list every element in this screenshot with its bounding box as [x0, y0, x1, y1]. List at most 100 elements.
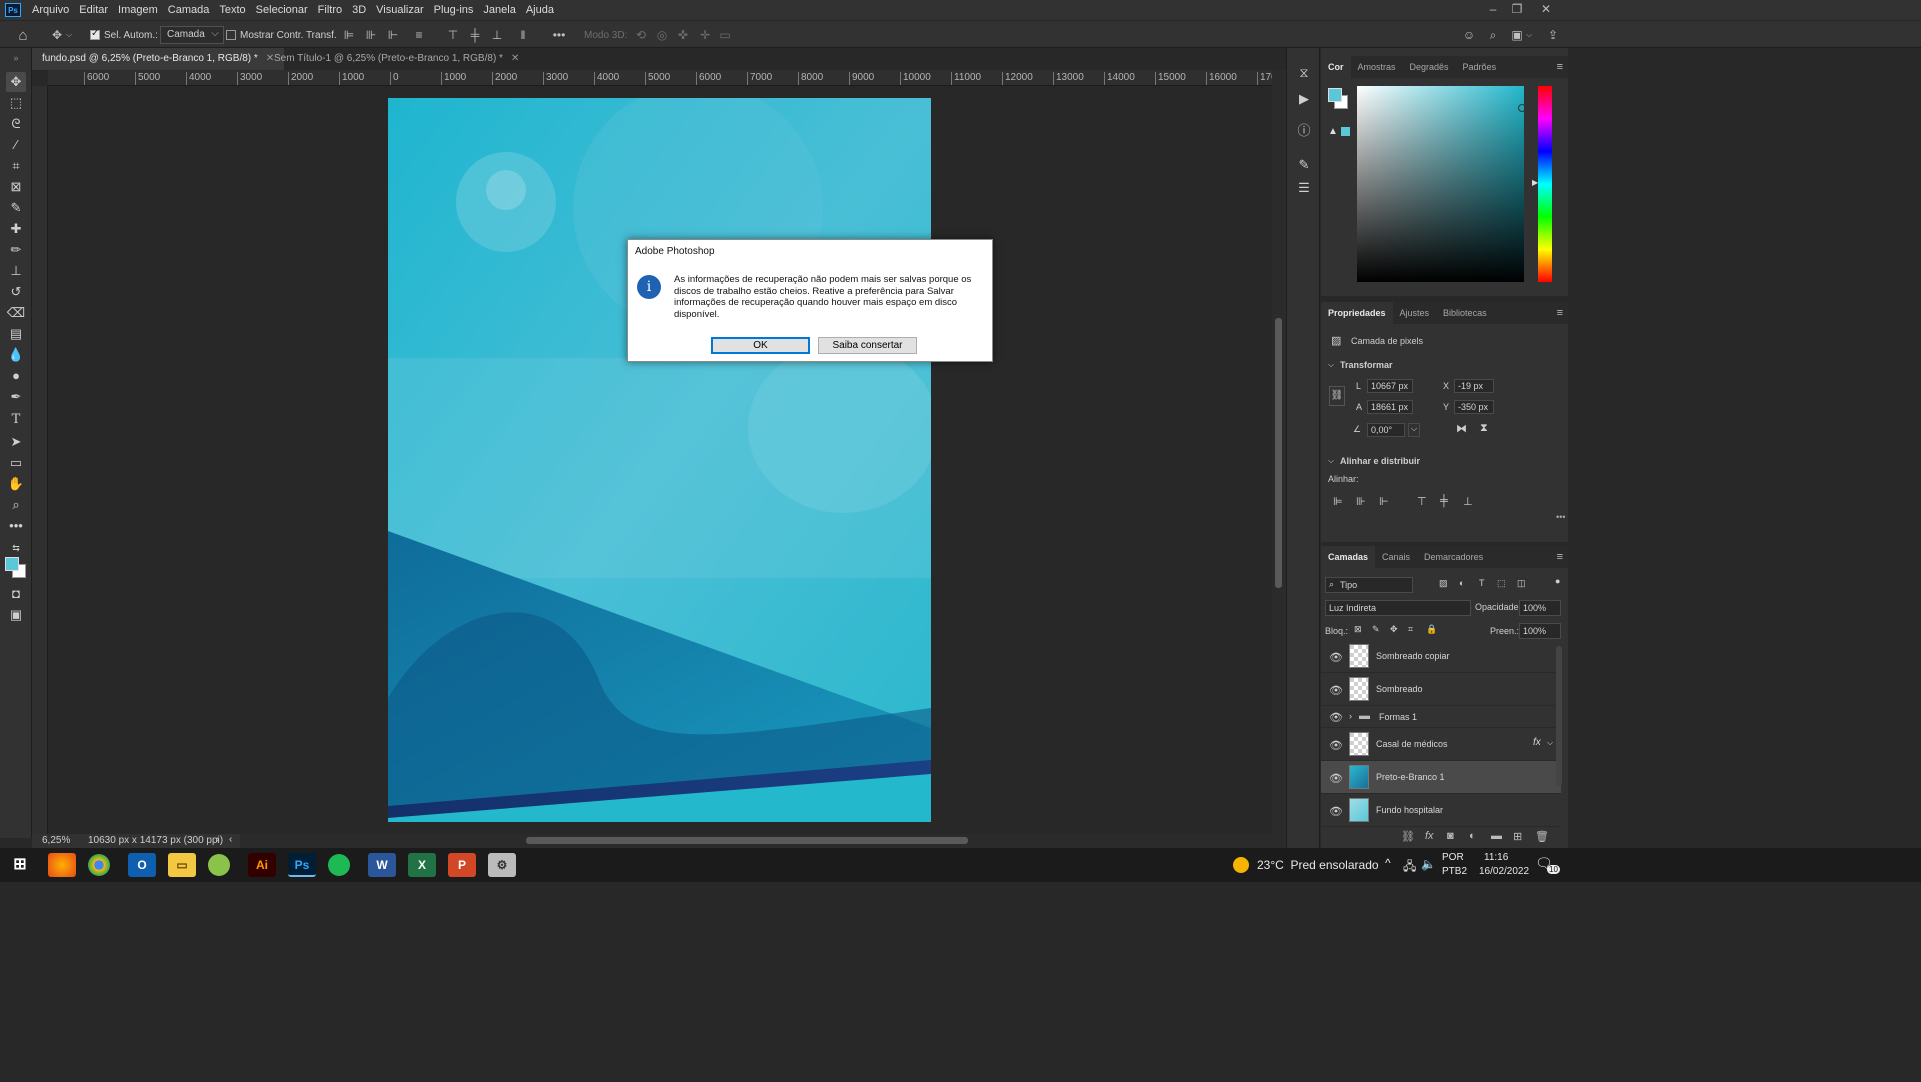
- group-expand-icon[interactable]: ›: [1349, 711, 1352, 721]
- brushes-icon[interactable]: ✎: [1295, 156, 1313, 174]
- height-field[interactable]: 18661 px: [1367, 400, 1413, 414]
- chevron-down-icon[interactable]: ⌵: [1328, 456, 1334, 466]
- gradient-tool-icon[interactable]: ▤: [6, 324, 26, 344]
- tab-fundo-psd[interactable]: fundo.psd @ 6,25% (Preto-e-Branco 1, RGB…: [32, 48, 285, 70]
- healing-brush-tool-icon[interactable]: ✚: [6, 219, 26, 239]
- lock-image-icon[interactable]: ✎: [1372, 624, 1380, 635]
- network-icon[interactable]: 🖧: [1403, 857, 1416, 878]
- filter-adjustment-icon[interactable]: ◐: [1459, 578, 1464, 588]
- layer-row[interactable]: 👁 Sombreado: [1321, 673, 1561, 706]
- layer-row[interactable]: 👁 Casal de médicos fx ⌵: [1321, 728, 1561, 761]
- search-icon[interactable]: ⌕: [1484, 25, 1502, 45]
- y-field[interactable]: -350 px: [1454, 400, 1494, 414]
- lock-position-icon[interactable]: ✥: [1390, 624, 1398, 635]
- align-right-edges-icon[interactable]: ⊩: [1379, 495, 1389, 508]
- layers-scrollbar[interactable]: [1556, 646, 1562, 786]
- history-icon[interactable]: ⧖: [1295, 64, 1313, 82]
- visibility-eye-icon[interactable]: 👁: [1329, 772, 1343, 785]
- color-picker-cursor[interactable]: [1518, 104, 1526, 112]
- photoshop-icon[interactable]: Ps: [288, 853, 316, 877]
- hue-slider-handle-icon[interactable]: ▶: [1532, 178, 1538, 187]
- align-left-icon[interactable]: ⊫: [340, 25, 358, 45]
- collapse-toolbar-icon[interactable]: »: [6, 48, 26, 68]
- zoom-tool-icon[interactable]: ⌕: [6, 495, 26, 515]
- link-layers-icon[interactable]: ⛓: [1401, 830, 1415, 843]
- menu-ajuda[interactable]: Ajuda: [521, 0, 559, 20]
- auto-select-checkbox[interactable]: Sel. Autom.:: [90, 25, 158, 45]
- status-menu-icon[interactable]: ›: [216, 834, 219, 845]
- keyboard-layout[interactable]: PTB2: [1442, 866, 1467, 877]
- tray-chevron-up-icon[interactable]: ^: [1385, 856, 1391, 870]
- distribute-icon[interactable]: ≡: [410, 25, 428, 45]
- align-bottom-edges-icon[interactable]: ⊥: [1463, 495, 1473, 508]
- gamut-color-swatch[interactable]: [1341, 127, 1350, 136]
- illustrator-icon[interactable]: Ai: [248, 853, 276, 877]
- blend-mode-dropdown[interactable]: Luz Indireta: [1325, 600, 1471, 616]
- stamp-tool-icon[interactable]: ⊥: [6, 261, 26, 281]
- close-tab-icon[interactable]: ✕: [511, 53, 519, 64]
- edit-toolbar-icon[interactable]: •••: [6, 516, 26, 536]
- lasso-tool-icon[interactable]: ᘓ: [6, 114, 26, 134]
- excel-icon[interactable]: X: [408, 853, 436, 877]
- menu-plugins[interactable]: Plug-ins: [429, 0, 479, 20]
- align-horizontal-centers-icon[interactable]: ⊪: [1356, 495, 1366, 508]
- menu-janela[interactable]: Janela: [478, 0, 520, 20]
- tab-sem-titulo[interactable]: Sem Título-1 @ 6,25% (Preto-e-Branco 1, …: [264, 48, 529, 70]
- layer-group-row[interactable]: 👁 › ▬ Formas 1: [1321, 706, 1561, 728]
- language-code[interactable]: POR: [1442, 852, 1464, 863]
- hue-slider[interactable]: [1538, 86, 1552, 282]
- menu-camada[interactable]: Camada: [163, 0, 215, 20]
- menu-filtro[interactable]: Filtro: [313, 0, 347, 20]
- align-hcenter-icon[interactable]: ⊪: [362, 25, 380, 45]
- chevron-down-icon[interactable]: ⌵: [1328, 360, 1334, 370]
- layer-effects-icon[interactable]: fx: [1533, 737, 1541, 748]
- menu-visualizar[interactable]: Visualizar: [371, 0, 429, 20]
- share-icon[interactable]: ⇪: [1544, 25, 1562, 45]
- hand-tool-icon[interactable]: ✋: [6, 474, 26, 494]
- flip-horizontal-icon[interactable]: ⧓: [1456, 422, 1467, 435]
- panel-menu-icon[interactable]: ≡: [1557, 551, 1563, 563]
- more-options-icon[interactable]: •••: [1556, 512, 1565, 522]
- angle-field[interactable]: 0,00°: [1367, 423, 1405, 437]
- align-right-icon[interactable]: ⊩: [384, 25, 402, 45]
- more-options-icon[interactable]: •••: [550, 25, 568, 45]
- eyedropper-tool-icon[interactable]: ✎: [6, 198, 26, 218]
- new-adjustment-icon[interactable]: ◐: [1469, 830, 1476, 842]
- new-layer-icon[interactable]: ⊞: [1513, 830, 1522, 843]
- marquee-tool-icon[interactable]: ⬚: [6, 93, 26, 113]
- menu-selecionar[interactable]: Selecionar: [251, 0, 313, 20]
- align-section-title[interactable]: Alinhar e distribuir: [1340, 456, 1420, 466]
- layer-row[interactable]: 👁 Preto-e-Branco 1: [1321, 761, 1561, 794]
- out-of-gamut-warning-icon[interactable]: ▲: [1328, 126, 1338, 137]
- powerpoint-icon[interactable]: P: [448, 853, 476, 877]
- tab-amostras[interactable]: Amostras: [1351, 56, 1403, 78]
- visibility-eye-icon[interactable]: 👁: [1329, 739, 1343, 752]
- filter-smart-object-icon[interactable]: ◫: [1517, 578, 1526, 589]
- zoom-level[interactable]: 6,25%: [42, 835, 70, 846]
- share-user-icon[interactable]: ☺: [1460, 25, 1478, 45]
- tab-degrades[interactable]: Degradês: [1403, 56, 1456, 78]
- actions-play-icon[interactable]: ▶: [1295, 90, 1313, 108]
- eraser-tool-icon[interactable]: ⌫: [6, 303, 26, 323]
- volume-icon[interactable]: 🔈: [1421, 857, 1436, 871]
- scroll-left-icon[interactable]: ‹: [229, 834, 232, 845]
- ok-button[interactable]: OK: [711, 337, 810, 354]
- tab-bibliotecas[interactable]: Bibliotecas: [1436, 302, 1494, 324]
- type-tool-icon[interactable]: T: [6, 410, 26, 430]
- new-group-icon[interactable]: ▬: [1491, 830, 1502, 842]
- visibility-eye-icon[interactable]: 👁: [1329, 684, 1343, 697]
- panel-menu-icon[interactable]: ≡: [1557, 61, 1563, 73]
- canvas-area[interactable]: [48, 86, 1272, 834]
- firefox-icon[interactable]: [48, 853, 76, 877]
- frame-tool-icon[interactable]: ⊠: [6, 177, 26, 197]
- vertical-scrollbar[interactable]: [1272, 70, 1286, 834]
- foreground-color-swatch[interactable]: [5, 557, 19, 571]
- outlook-icon[interactable]: O: [128, 853, 156, 877]
- adjustments-icon[interactable]: ☰: [1295, 179, 1313, 197]
- flip-vertical-icon[interactable]: ⧗: [1480, 422, 1488, 435]
- filter-pixel-icon[interactable]: ▨: [1439, 578, 1448, 589]
- lock-artboard-icon[interactable]: ⌗: [1408, 624, 1413, 635]
- show-transform-checkbox[interactable]: Mostrar Contr. Transf.: [226, 25, 337, 45]
- align-vertical-centers-icon[interactable]: ╪: [1440, 495, 1448, 507]
- crop-tool-icon[interactable]: ⌗: [6, 156, 26, 176]
